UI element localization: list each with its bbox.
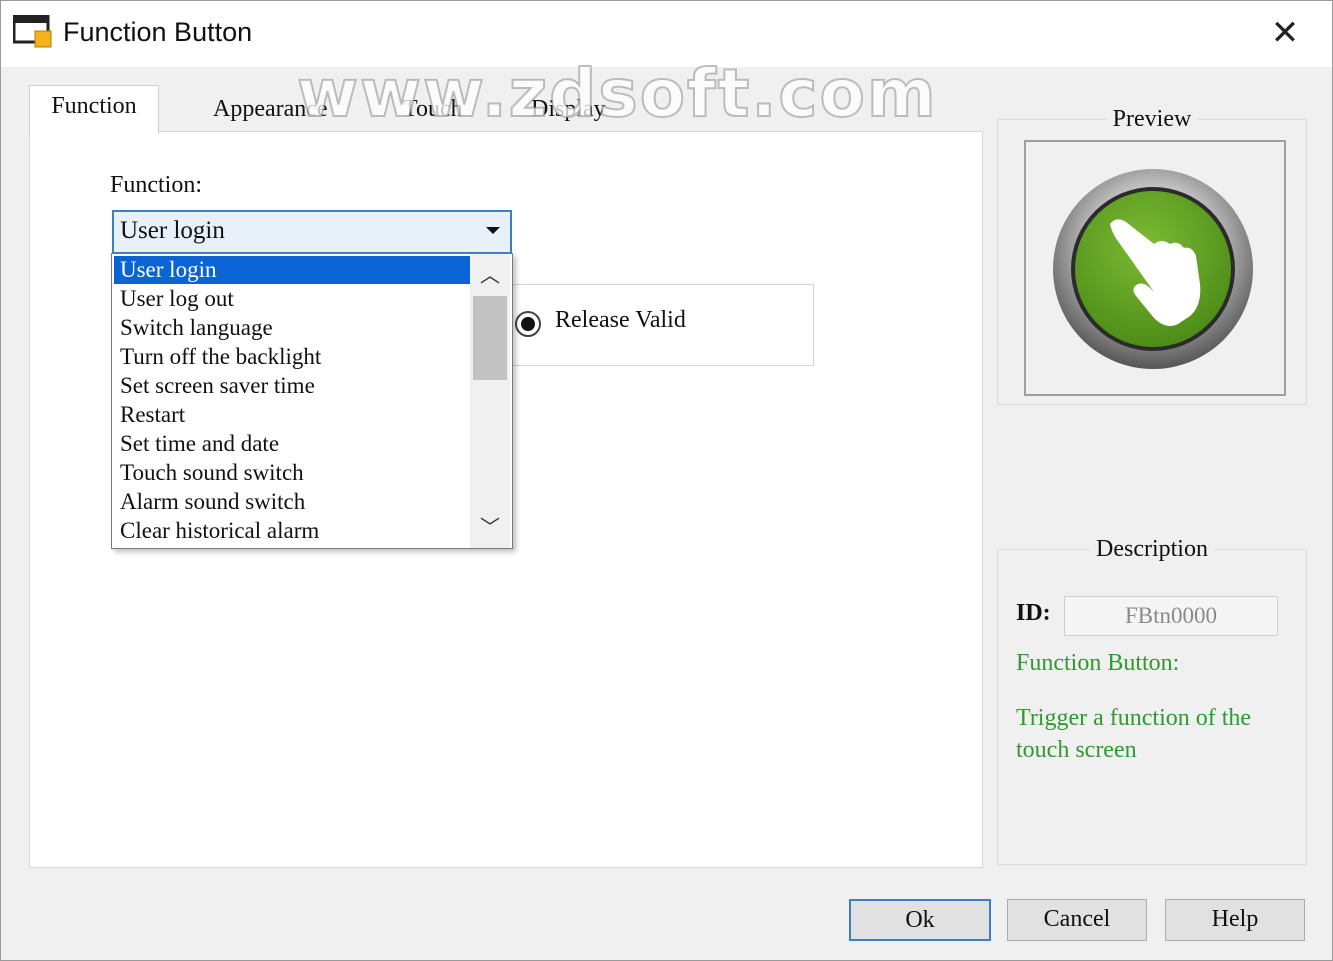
dropdown-arrow-icon[interactable] [486,227,500,234]
tab-display[interactable]: Display [517,89,620,131]
tab-touch[interactable]: Touch [389,89,477,131]
description-title: Description [1090,536,1214,562]
id-label: ID: [1016,600,1051,626]
function-dropdown-list[interactable]: User login User log out Switch language … [111,253,513,549]
dropdown-item-clear-alarm[interactable]: Clear historical alarm [114,517,474,545]
trigger-groupbox: Release Valid [490,284,814,366]
description-type-title: Function Button: [1016,650,1180,676]
description-group: Description ID: FBtn0000 Function Button… [997,536,1307,865]
help-button[interactable]: Help [1165,899,1305,941]
radio-selected-dot [521,317,535,331]
function-label: Function: [110,172,203,198]
dropdown-item-alarm-sound[interactable]: Alarm sound switch [114,488,474,516]
function-button-dialog: Function Button ✕ www.zdsoft.com Functio… [0,0,1333,961]
ok-button[interactable]: Ok [849,899,991,941]
title-bar: Function Button ✕ [1,1,1332,67]
dropdown-item-touch-sound[interactable]: Touch sound switch [114,459,474,487]
function-select-value: User login [120,217,225,244]
dropdown-item-set-time-date[interactable]: Set time and date [114,430,474,458]
dropdown-item-user-login[interactable]: User login [114,256,474,284]
release-valid-radio[interactable] [515,311,541,337]
dropdown-item-user-log-out[interactable]: User log out [114,285,474,313]
close-button[interactable]: ✕ [1263,13,1307,53]
scroll-down-icon[interactable]: ﹀ [470,508,510,546]
app-icon [13,15,52,48]
description-text: Trigger a function of the touch screen [1016,705,1252,763]
dropdown-item-restart[interactable]: Restart [114,401,474,429]
cancel-button[interactable]: Cancel [1007,899,1147,941]
window-title: Function Button [63,17,253,47]
function-select[interactable]: User login [112,210,512,254]
dropdown-item-switch-language[interactable]: Switch language [114,314,474,342]
tab-appearance[interactable]: Appearance [199,89,342,131]
dropdown-scrollbar[interactable]: ︿ ﹀ [470,254,510,548]
preview-box [1024,140,1286,396]
scrollbar-thumb[interactable] [473,296,507,380]
hand-touch-icon [1053,169,1253,369]
id-field: FBtn0000 [1064,596,1278,636]
dropdown-item-screen-saver[interactable]: Set screen saver time [114,372,474,400]
preview-title: Preview [1106,106,1198,132]
preview-group: Preview [997,106,1307,405]
dropdown-item-backlight-off[interactable]: Turn off the backlight [114,343,474,371]
tab-function[interactable]: Function [29,85,159,134]
scroll-up-icon[interactable]: ︿ [470,256,510,294]
release-valid-label[interactable]: Release Valid [555,307,686,334]
